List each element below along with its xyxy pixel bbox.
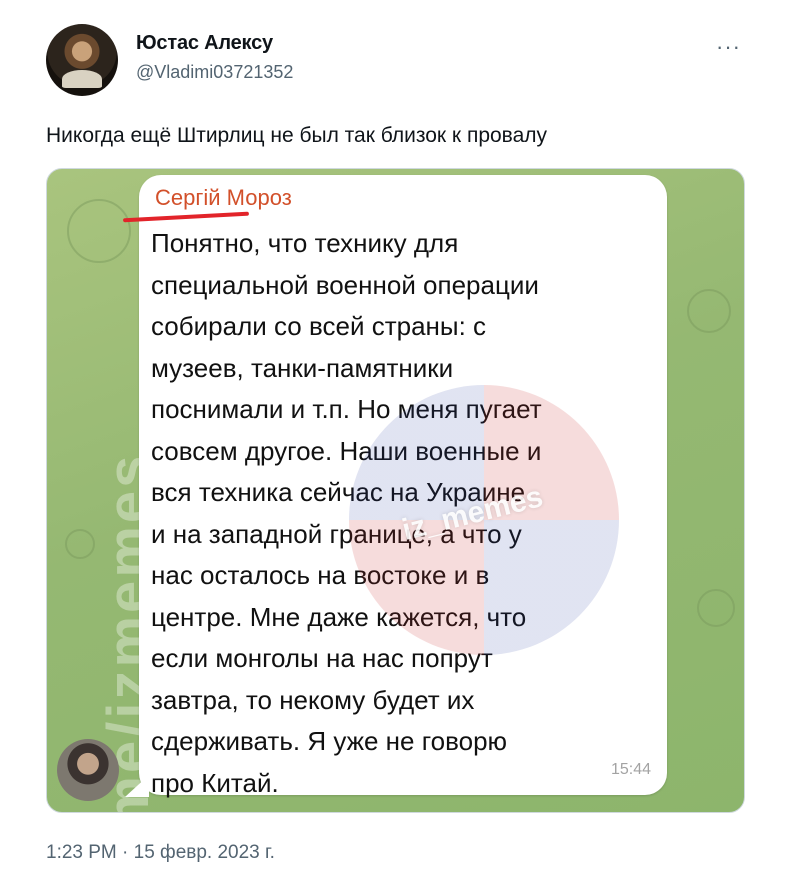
more-horizontal-icon[interactable]: ··· bbox=[716, 34, 741, 60]
message-line: про Китай. bbox=[151, 767, 279, 798]
message-line: совсем другое. Наши военные и bbox=[151, 435, 542, 466]
message-line: музеев, танки-памятники bbox=[151, 352, 454, 383]
author-avatar[interactable] bbox=[46, 24, 118, 96]
background-doodle bbox=[65, 529, 95, 559]
message-line: специальной военной операции bbox=[151, 269, 539, 300]
tweet-image[interactable]: t.me/izmemes Сергій Мороз Понятно, что т… bbox=[46, 168, 745, 813]
author-name[interactable]: Юстас Алексу bbox=[136, 32, 273, 55]
message-line: Понятно, что технику для bbox=[151, 228, 459, 258]
message-line: центре. Мне даже кажется, что bbox=[151, 601, 527, 632]
sender-avatar bbox=[57, 739, 119, 801]
red-underline-mark bbox=[122, 211, 250, 223]
message-bubble: Сергій Мороз Понятно, что технику для сп… bbox=[122, 175, 667, 798]
message-line: нас осталось на востоке и в bbox=[151, 560, 490, 590]
tweet: Юстас Алексу @Vladimi03721352 ··· Никогд… bbox=[0, 0, 791, 878]
message-line: поснимали и т.п. Но меня пугает bbox=[151, 394, 542, 424]
message-line: собирали со всей страны: с bbox=[151, 311, 487, 341]
avatar-collar bbox=[62, 70, 102, 88]
tweet-text: Никогда ещё Штирлиц не был так близок к … bbox=[46, 124, 548, 147]
message-line: сдерживать. Я уже не говорю bbox=[151, 726, 508, 756]
background-doodle bbox=[67, 199, 131, 263]
author-handle[interactable]: @Vladimi03721352 bbox=[136, 62, 293, 83]
background-doodle bbox=[687, 289, 731, 333]
message-time: 15:44 bbox=[610, 761, 651, 778]
message-line: если монголы на нас попрут bbox=[151, 643, 493, 673]
message-line: завтра, то некому будет их bbox=[151, 684, 475, 715]
background-doodle bbox=[697, 589, 735, 627]
tweet-timestamp[interactable]: 1:23 PM · 15 февр. 2023 г. bbox=[46, 842, 275, 864]
sender-name: Сергій Мороз bbox=[155, 185, 292, 210]
